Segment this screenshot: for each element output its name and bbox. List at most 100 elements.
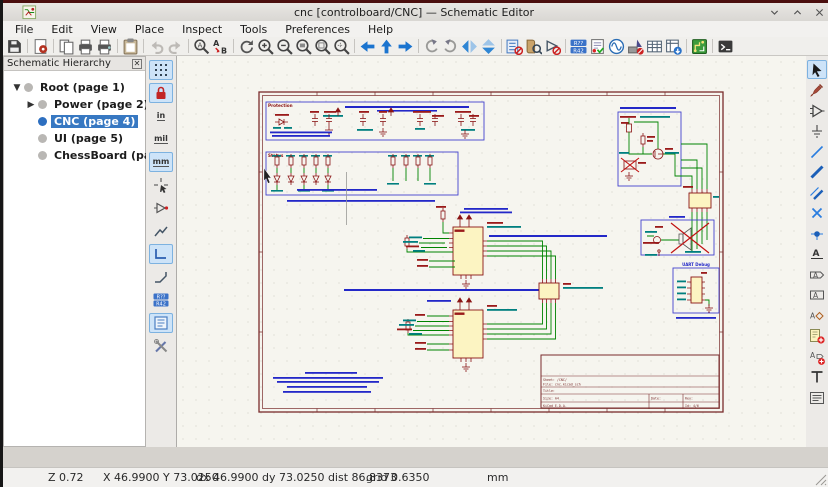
hierarchy-navigator-button[interactable] xyxy=(149,313,173,333)
bom-export-button[interactable] xyxy=(664,37,683,56)
45deg-wires-button[interactable] xyxy=(149,267,173,287)
zoom-fit-button[interactable] xyxy=(294,37,313,56)
minimize-button[interactable] xyxy=(766,5,783,20)
svg-text:A: A xyxy=(813,270,819,279)
sidebar-item-ui[interactable]: UI (page 5) xyxy=(4,130,145,147)
junction-icon xyxy=(809,226,825,242)
zoom-selection-button[interactable] xyxy=(332,37,351,56)
redo-button[interactable] xyxy=(166,37,185,56)
sidebar-item-cnc[interactable]: CNC (page 4) xyxy=(4,113,145,130)
place-text-button[interactable] xyxy=(807,368,827,387)
svg-text:R??: R?? xyxy=(157,295,166,301)
mirror-horizontal-button[interactable] xyxy=(460,37,479,56)
place-wire-button[interactable] xyxy=(807,142,827,161)
menu-tools[interactable]: Tools xyxy=(231,22,276,37)
plot-button[interactable] xyxy=(95,37,114,56)
copy-button[interactable] xyxy=(57,37,76,56)
junction-button[interactable] xyxy=(807,224,827,243)
symbol-fields-table-button[interactable] xyxy=(645,37,664,56)
place-textbox-button[interactable] xyxy=(807,388,827,407)
unit-mils-button[interactable]: mil xyxy=(149,129,173,149)
place-bus-button[interactable] xyxy=(807,163,827,182)
status-grid: grid 0.6350 xyxy=(366,471,430,484)
assign-footprints-button[interactable] xyxy=(626,37,645,56)
place-sheet-pin-button[interactable]: A xyxy=(807,347,827,366)
menu-inspect[interactable]: Inspect xyxy=(173,22,231,37)
hidden-pins-button[interactable] xyxy=(149,198,173,218)
sidebar-item-chessboard[interactable]: ChessBoard (page 6) xyxy=(4,147,145,164)
svg-text:Size: A4: Size: A4 xyxy=(543,397,559,401)
svg-text:UART Debug: UART Debug xyxy=(682,262,710,267)
unit-inches-button[interactable]: in xyxy=(149,106,173,126)
select-tool-button[interactable] xyxy=(807,60,827,79)
refresh-button[interactable] xyxy=(237,37,256,56)
wire-to-bus-entry-button[interactable] xyxy=(807,183,827,202)
rotate-cw-button[interactable] xyxy=(441,37,460,56)
sidebar-item-power[interactable]: ▶ Power (page 2) xyxy=(4,96,145,113)
annotate-button[interactable]: R??R42 xyxy=(569,37,588,56)
library-browser-button[interactable] xyxy=(524,37,543,56)
hierarchical-label-button[interactable]: A xyxy=(807,286,827,305)
schematic-canvas[interactable]: Protection xyxy=(176,56,806,447)
edit-symbols-button[interactable] xyxy=(543,37,562,56)
grid-toggle-button[interactable] xyxy=(149,60,173,80)
net-label-button[interactable]: A xyxy=(807,245,827,264)
scripting-console-button[interactable] xyxy=(716,37,735,56)
annotate-auto-button[interactable]: R??R42 xyxy=(149,290,173,310)
redo-icon xyxy=(167,38,184,55)
menu-preferences[interactable]: Preferences xyxy=(276,22,359,37)
sidebar-item-root[interactable]: ▼ Root (page 1) xyxy=(4,79,145,96)
mirror-vertical-button[interactable] xyxy=(479,37,498,56)
edit-symbol-fields-button[interactable] xyxy=(505,37,524,56)
hv-wires-button[interactable] xyxy=(149,244,173,264)
svg-text:A: A xyxy=(198,41,203,49)
menu-help[interactable]: Help xyxy=(359,22,402,37)
paste-button[interactable] xyxy=(121,37,140,56)
open-pcb-editor-button[interactable] xyxy=(690,37,709,56)
grid-lock-button[interactable] xyxy=(149,83,173,103)
svg-text:Id: 4/6: Id: 4/6 xyxy=(685,404,699,408)
menu-file[interactable]: File xyxy=(6,22,42,37)
find-button[interactable]: A xyxy=(192,37,211,56)
properties-tools-button[interactable] xyxy=(149,336,173,356)
hierarchy-close-icon[interactable]: ✕ xyxy=(132,59,142,69)
save-button[interactable] xyxy=(5,37,24,56)
rotate-ccw-button[interactable] xyxy=(422,37,441,56)
place-power-button[interactable] xyxy=(807,122,827,141)
menu-view[interactable]: View xyxy=(82,22,126,37)
place-symbol-button[interactable] xyxy=(807,101,827,120)
highlight-net-button[interactable] xyxy=(807,81,827,100)
svg-text:A: A xyxy=(813,291,819,300)
zoom-out-button[interactable] xyxy=(275,37,294,56)
simulator-button[interactable] xyxy=(607,37,626,56)
cursor-shape-button[interactable] xyxy=(149,175,173,195)
find-replace-button[interactable]: AB xyxy=(211,37,230,56)
titlebar[interactable]: cnc [controlboard/CNC] — Schematic Edito… xyxy=(0,3,828,21)
free-angle-wires-button[interactable] xyxy=(149,221,173,241)
nav-forward-button[interactable] xyxy=(396,37,415,56)
global-label-button[interactable]: A xyxy=(807,265,827,284)
undo-button[interactable] xyxy=(147,37,166,56)
zoom-in-icon xyxy=(257,38,274,55)
no-connect-button[interactable] xyxy=(807,204,827,223)
schematic-setup-button[interactable] xyxy=(31,37,50,56)
hierarchical-sheet-button[interactable]: A xyxy=(807,306,827,325)
nav-back-button[interactable] xyxy=(358,37,377,56)
expander-right-icon[interactable]: ▶ xyxy=(26,100,36,110)
print-icon xyxy=(77,38,94,55)
unit-mm-button[interactable]: mm xyxy=(149,152,173,172)
resize-grip[interactable] xyxy=(813,472,827,486)
menu-edit[interactable]: Edit xyxy=(42,22,81,37)
erc-button[interactable] xyxy=(588,37,607,56)
print-button[interactable] xyxy=(76,37,95,56)
close-button[interactable] xyxy=(811,5,828,20)
menu-place[interactable]: Place xyxy=(126,22,173,37)
maximize-button[interactable] xyxy=(789,5,806,20)
zoom-in-button[interactable] xyxy=(256,37,275,56)
net-label-icon: A xyxy=(809,246,825,262)
expander-down-icon[interactable]: ▼ xyxy=(12,83,22,93)
nav-up-button[interactable] xyxy=(377,37,396,56)
import-sheet-pin-button[interactable] xyxy=(807,327,827,346)
sheet-pin-icon: A xyxy=(809,349,825,365)
zoom-fit-objects-button[interactable] xyxy=(313,37,332,56)
